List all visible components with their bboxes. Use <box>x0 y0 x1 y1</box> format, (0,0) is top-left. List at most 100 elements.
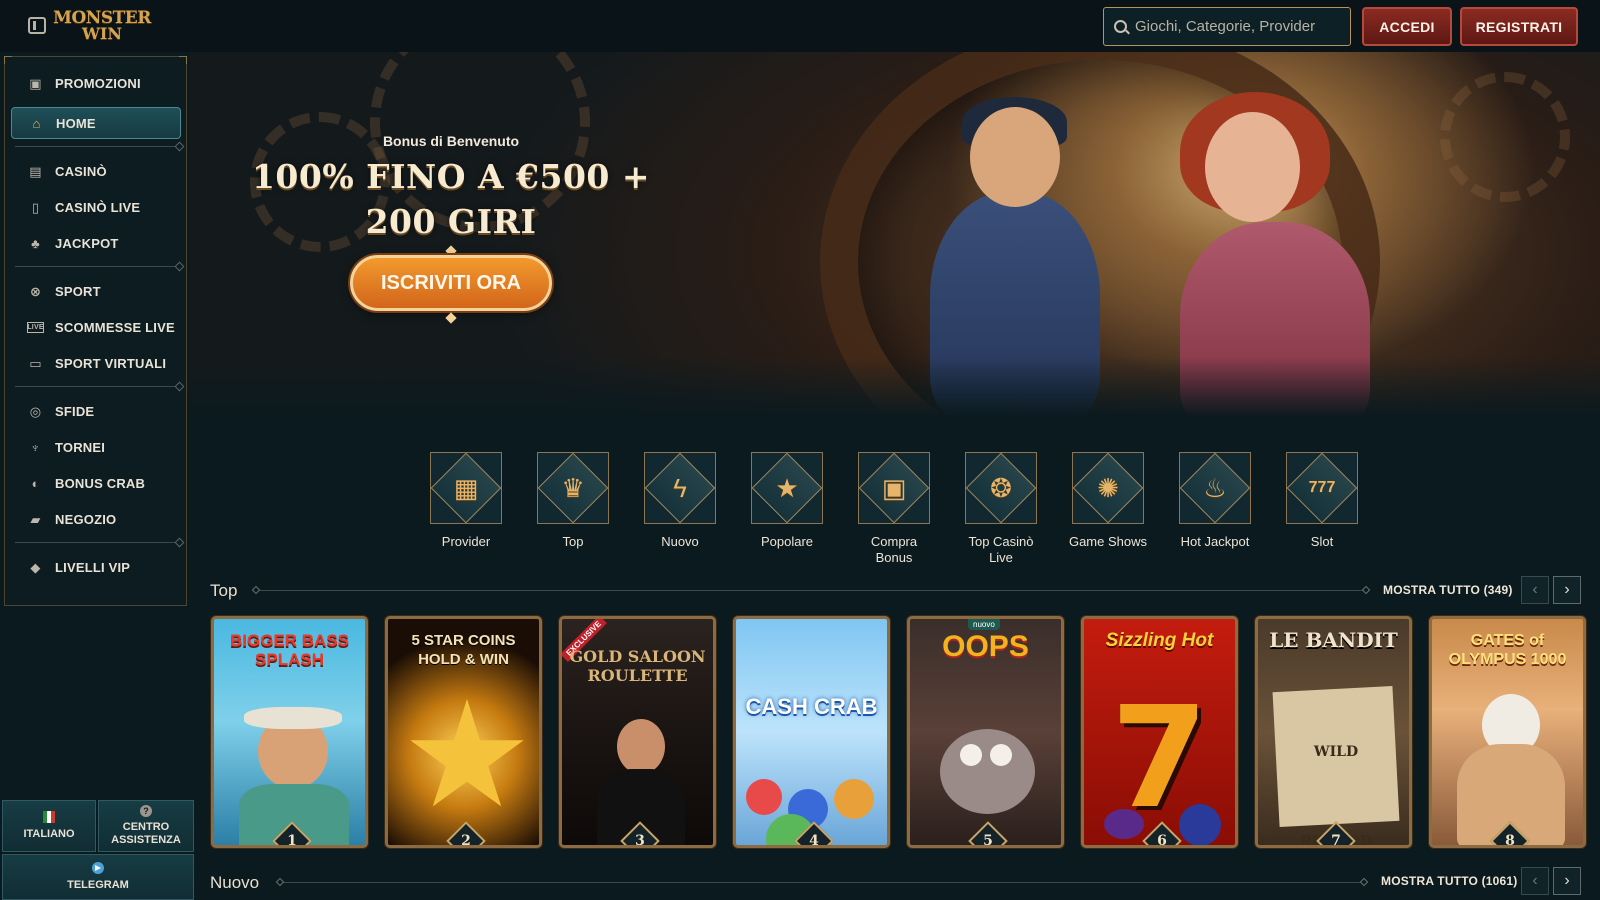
category-provider[interactable]: ▦ Provider <box>416 452 516 550</box>
prev-arrow-icon[interactable]: ‹ <box>1521 576 1549 604</box>
star-icon <box>410 699 524 807</box>
game-tile[interactable]: 5 STAR COINS HOLD & WIN 2 <box>385 616 542 848</box>
sidebar-item-casino[interactable]: ▤ CASINÒ <box>11 155 181 187</box>
sidebar-item-promozioni[interactable]: ▣ PROMOZIONI <box>11 67 181 99</box>
sidebar-item-label: CASINÒ LIVE <box>55 199 141 215</box>
language-label: ITALIANO <box>23 828 75 840</box>
sidebar-item-negozio[interactable]: ▰ NEGOZIO <box>11 503 181 535</box>
sidebar-item-label: SCOMMESSE LIVE <box>55 319 175 335</box>
sidebar-item-jackpot[interactable]: ♣ JACKPOT <box>11 227 181 259</box>
sidebar-item-label: LIVELLI VIP <box>55 559 131 575</box>
sidebar-item-sfide[interactable]: ◎ SFIDE <box>11 395 181 427</box>
diamond-icon: ◆ <box>30 559 41 575</box>
hero-banner[interactable]: Bonus di Benvenuto 100% FINO A €500 + 20… <box>190 52 1600 417</box>
sidebar-item-home[interactable]: ⌂ HOME <box>11 107 181 139</box>
sidebar-item-label: NEGOZIO <box>55 511 117 527</box>
sidebar-toggle-icon[interactable] <box>28 17 46 34</box>
category-top[interactable]: ♛ Top <box>523 452 623 550</box>
game-art <box>617 719 665 774</box>
sidebar-item-casino-live[interactable]: ▯ CASINÒ LIVE <box>11 191 181 223</box>
category-compra-bonus[interactable]: ▣ Compra Bonus <box>844 452 944 566</box>
sidebar-item-sport[interactable]: ⊗ SPORT <box>11 275 181 307</box>
soccer-ball-icon: ⊗ <box>29 283 42 299</box>
telegram-button[interactable]: TELEGRAM <box>2 854 194 900</box>
flame-icon: ♨ <box>1203 473 1227 503</box>
show-all-top-link[interactable]: MOSTRA TUTTO (349) <box>1383 583 1513 597</box>
game-tile[interactable]: Sizzling Hot 7 6 <box>1081 616 1238 848</box>
sidebar-item-label: PROMOZIONI <box>55 75 141 91</box>
game-art <box>746 779 782 815</box>
game-tile[interactable]: EXCLUSIVE GOLD SALOON ROULETTE 3 <box>559 616 716 848</box>
game-art <box>1179 804 1221 845</box>
sidebar-item-label: SPORT <box>55 283 101 299</box>
game-tile[interactable]: CASH CRAB 4 <box>733 616 890 848</box>
game-art <box>834 779 874 819</box>
wheel-icon: ✺ <box>1097 473 1119 503</box>
sidebar-item-livelli-vip[interactable]: ◆ LIVELLI VIP <box>11 551 181 583</box>
category-label: Game Shows <box>1068 534 1148 549</box>
rank-number: 7 <box>1331 833 1341 848</box>
search-icon <box>1114 20 1127 33</box>
prev-arrow-icon[interactable]: ‹ <box>1521 867 1549 895</box>
category-badge: ▣ <box>858 452 930 524</box>
rank-number: 3 <box>635 833 645 848</box>
category-label: Popolare <box>760 534 814 549</box>
game-title: OOPS <box>942 630 1029 663</box>
signup-cta-button[interactable]: ISCRIVITI ORA <box>350 255 552 311</box>
category-game-shows[interactable]: ✺ Game Shows <box>1058 452 1158 550</box>
sidebar-item-scommesse-live[interactable]: LIVE SCOMMESSE LIVE <box>11 311 181 343</box>
category-hot-jackpot[interactable]: ♨ Hot Jackpot <box>1165 452 1265 550</box>
show-all-new-link[interactable]: MOSTRA TUTTO (1061) <box>1381 874 1517 888</box>
login-button[interactable]: ACCEDI <box>1362 7 1452 46</box>
category-top-casino-live[interactable]: ❂ Top Casinò Live <box>951 452 1051 566</box>
game-tile[interactable]: nuovo OOPS 5 <box>907 616 1064 848</box>
search-input[interactable] <box>1135 18 1345 35</box>
hero-subtitle: Bonus di Benvenuto <box>382 133 520 149</box>
language-button[interactable]: ITALIANO <box>2 800 96 852</box>
sidebar-item-label: SPORT VIRTUALI <box>55 355 167 371</box>
section-title-new: Nuovo <box>210 873 260 892</box>
crab-claw-icon: ◐ <box>31 475 40 491</box>
category-nuovo[interactable]: ϟ Nuovo <box>630 452 730 550</box>
top-bar: MONSTER WIN ACCEDI REGISTRATI <box>0 0 1600 52</box>
sidebar-item-label: HOME <box>56 115 96 131</box>
game-tile[interactable]: LE BANDIT WILD REWARD 7 <box>1255 616 1412 848</box>
next-arrow-icon[interactable]: › <box>1553 867 1581 895</box>
book-icon: ▦ <box>453 473 479 503</box>
sidebar-item-sport-virtuali[interactable]: ▭ SPORT VIRTUALI <box>11 347 181 379</box>
game-tile[interactable]: BIGGER BASS SPLASH 1 <box>211 616 368 848</box>
game-title: LE BANDIT <box>1269 628 1398 652</box>
register-button[interactable]: REGISTRATI <box>1460 7 1578 46</box>
help-icon: ? <box>140 805 152 817</box>
telegram-icon <box>92 862 104 874</box>
sidebar-divider <box>15 542 180 543</box>
sidebar-divider <box>15 146 180 147</box>
rank-badge: 2 <box>446 821 486 848</box>
game-title: Sizzling Hot <box>1105 630 1214 651</box>
rank-number: 5 <box>983 833 993 848</box>
telegram-label: TELEGRAM <box>67 879 129 891</box>
sidebar-item-label: BONUS CRAB <box>55 475 146 491</box>
search-box[interactable] <box>1103 7 1351 46</box>
new-tag: nuovo <box>968 619 1000 630</box>
logo[interactable]: MONSTER WIN <box>53 5 151 47</box>
rank-number: 2 <box>461 833 471 848</box>
category-popolare[interactable]: ★ Popolare <box>737 452 837 550</box>
hero-title-line-2: 200 GIRI <box>365 202 537 241</box>
game-title: 5 STAR COINS HOLD & WIN <box>411 632 516 668</box>
help-center-button[interactable]: ? CENTRO ASSISTENZA <box>98 800 194 852</box>
sidebar-item-bonus-crab[interactable]: ◐ BONUS CRAB <box>11 467 181 499</box>
category-slot[interactable]: 777 Slot <box>1272 452 1372 550</box>
category-label: Nuovo <box>661 534 699 549</box>
rank-number: 4 <box>809 833 819 848</box>
poker-chip-icon: ❂ <box>990 473 1012 503</box>
gift-box-icon: ▣ <box>881 473 907 503</box>
next-arrow-icon[interactable]: › <box>1553 576 1581 604</box>
hero-fade <box>190 357 1600 417</box>
game-tile[interactable]: GATES of OLYMPUS 1000 8 <box>1429 616 1586 848</box>
sidebar-item-tornei[interactable]: ♆ TORNEI <box>11 431 181 463</box>
category-badge: ♨ <box>1179 452 1251 524</box>
shopping-bag-icon: ▰ <box>30 511 41 527</box>
category-badge: ★ <box>751 452 823 524</box>
virtual-sport-icon: ▭ <box>29 355 42 371</box>
